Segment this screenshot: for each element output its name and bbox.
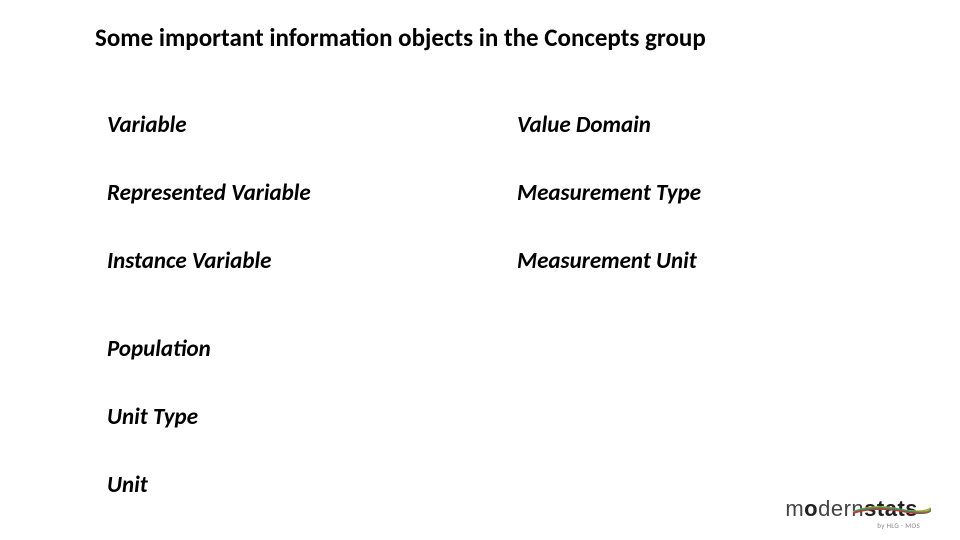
slide: Some important information objects in th… (0, 0, 960, 540)
concept-value-domain: Value Domain (517, 111, 917, 139)
concept-instance-variable: Instance Variable (107, 247, 507, 275)
concept-represented-variable: Represented Variable (107, 179, 507, 207)
slide-title: Some important information objects in th… (95, 22, 960, 53)
logo-o: o (804, 496, 818, 521)
logo-subtext: by HLG - MOS (877, 521, 920, 530)
concept-unit: Unit (107, 471, 960, 499)
modernstats-logo: modernstats by HLG - MOS (785, 496, 918, 522)
concept-measurement-unit: Measurement Unit (517, 247, 917, 275)
concepts-grid: Variable Value Domain Represented Variab… (95, 111, 960, 275)
concept-population: Population (107, 335, 960, 363)
concepts-list: Population Unit Type Unit (95, 335, 960, 499)
logo-m: m (785, 496, 804, 521)
concept-variable: Variable (107, 111, 507, 139)
logo-wrap: modernstats by HLG - MOS (785, 496, 918, 522)
logo-swoosh-icon (853, 506, 931, 514)
concept-measurement-type: Measurement Type (517, 179, 917, 207)
concept-unit-type: Unit Type (107, 403, 960, 431)
